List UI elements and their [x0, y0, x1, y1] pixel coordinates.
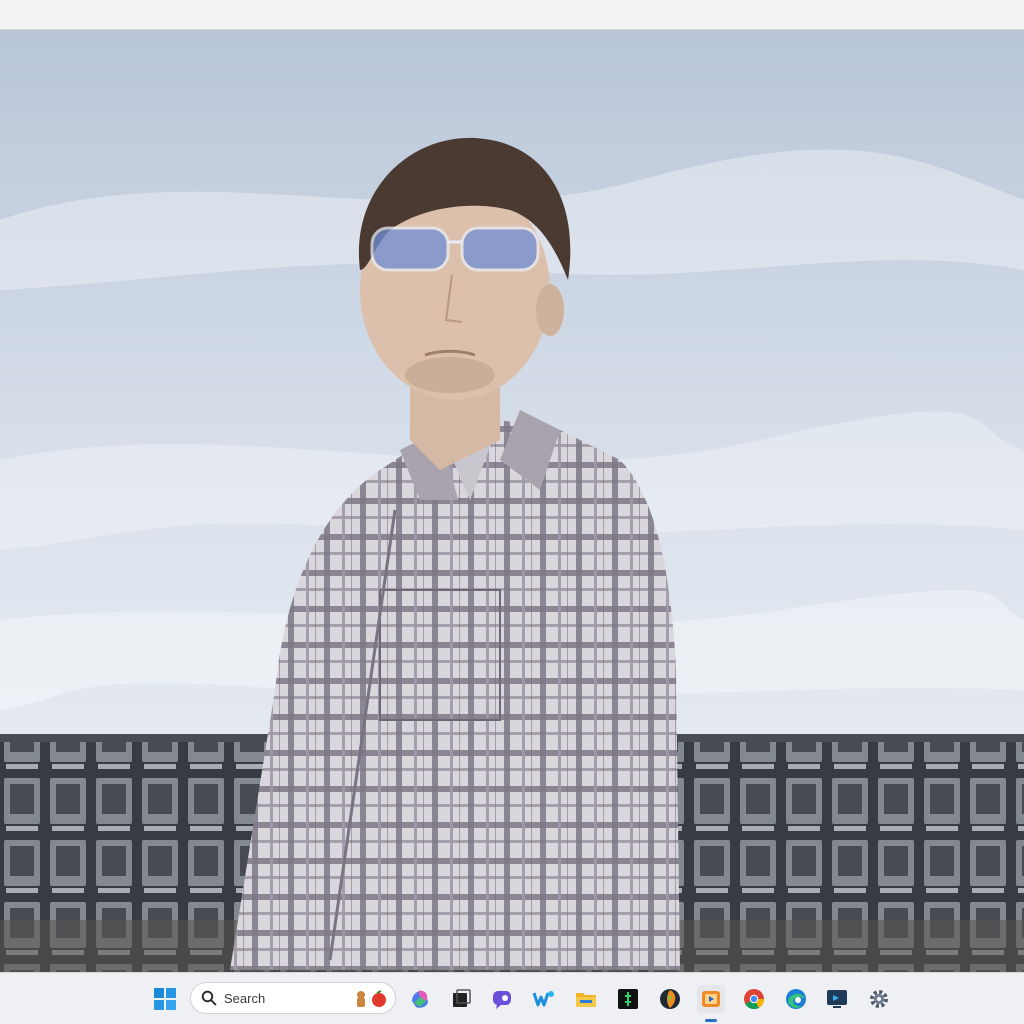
media-player-icon [702, 991, 720, 1007]
chat-button[interactable] [488, 985, 516, 1013]
photo-viewer [0, 30, 1024, 972]
task-view-button[interactable] [447, 985, 475, 1013]
chat-icon [493, 991, 511, 1009]
search-icon [201, 990, 217, 1006]
taskbar: Search [0, 972, 1024, 1024]
word-button[interactable] [530, 985, 558, 1013]
search-highlight-icon [357, 990, 386, 1007]
terminal-icon [618, 989, 638, 1009]
media-player-button[interactable] [697, 985, 725, 1022]
remote-desktop-icon [827, 990, 847, 1008]
settings-button[interactable] [865, 985, 893, 1013]
search-label: Search [224, 991, 266, 1006]
fl-studio-button[interactable] [656, 985, 684, 1013]
terminal-button[interactable] [614, 985, 642, 1013]
folder-icon [576, 993, 596, 1007]
person-photo [0, 30, 1024, 972]
chrome-button[interactable] [740, 985, 768, 1013]
window-titlebar[interactable] [0, 0, 1024, 30]
file-explorer-button[interactable] [572, 985, 600, 1013]
task-view-icon [453, 989, 471, 1007]
chrome-icon [744, 989, 765, 1010]
edge-button[interactable] [782, 985, 810, 1013]
copilot-button[interactable] [406, 985, 434, 1013]
edge-icon [786, 989, 806, 1009]
active-app-indicator [705, 1019, 717, 1022]
gear-icon [870, 990, 888, 1008]
remote-desktop-button[interactable] [823, 985, 851, 1013]
taskbar-search-box[interactable]: Search [190, 982, 396, 1014]
copilot-icon [412, 990, 428, 1008]
windows-logo-icon [154, 988, 176, 1010]
word-icon [532, 991, 554, 1007]
start-button[interactable] [151, 985, 179, 1013]
fl-studio-icon [660, 989, 680, 1009]
